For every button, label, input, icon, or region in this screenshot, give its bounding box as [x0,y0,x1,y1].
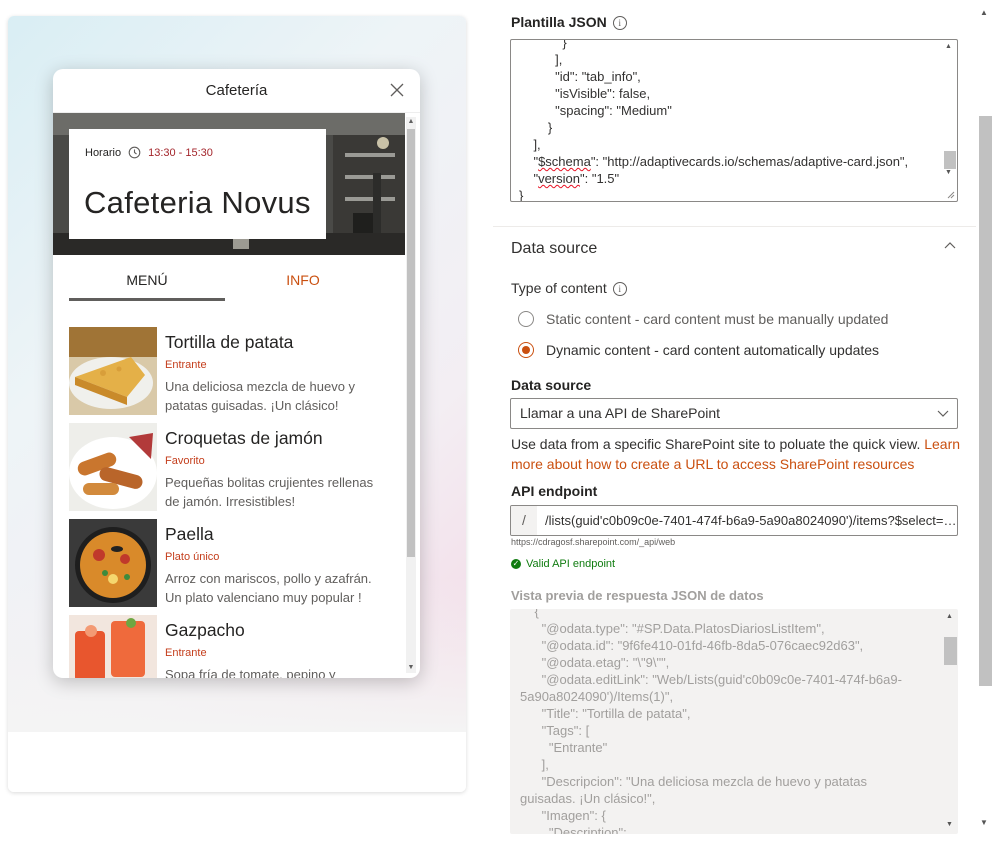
dish-description: Una deliciosa mezcla de huevo y patatas … [165,379,356,413]
code-line: "Title": "Tortilla de patata", [520,706,691,721]
json-template-editor[interactable]: } ], "id": "tab_info", "isVisible": fals… [510,39,958,202]
code-line: "$schema": "http://adaptivecards.io/sche… [519,154,909,169]
radio-dynamic-content[interactable]: Dynamic content - card content automatic… [518,342,879,358]
chevron-up-icon[interactable] [944,240,956,252]
quick-view-card: Cafetería Horario 13:30 - 15:30 Cafeteri… [53,69,420,678]
code-line: "id": "tab_info", [519,69,641,84]
scroll-up-icon[interactable]: ▲ [945,43,952,50]
code-line: "@odata.type": "#SP.Data.PlatosDiariosLi… [520,621,825,636]
data-source-select[interactable]: Llamar a una API de SharePoint [510,398,958,429]
dish-tag: Entrante [165,647,207,659]
response-code: { "@odata.type": "#SP.Data.PlatosDiarios… [520,609,902,834]
code-line: ], [519,137,541,152]
section-title[interactable]: Data source [511,240,597,258]
dish-tag: Entrante [165,359,207,371]
scroll-up-icon[interactable]: ▲ [407,118,415,126]
data-source-label: Data source [511,377,592,393]
code-line: { [520,609,539,619]
hours-label: Horario [85,146,122,159]
code-line: "spacing": "Medium" [519,103,672,118]
tab-bar: MENÚ INFO [69,265,389,307]
template-code[interactable]: } ], "id": "tab_info", "isVisible": fals… [519,39,909,202]
json-preview-label: Vista previa de respuesta JSON de datos [511,588,764,603]
close-icon[interactable] [388,81,406,99]
code-line: "Imagen": { [520,808,606,823]
code-line: } [519,39,567,50]
api-endpoint-label: API endpoint [511,483,598,499]
hero-info-box: Horario 13:30 - 15:30 Cafeteria Novus [69,129,326,239]
menu-item[interactable]: Tortilla de patata Entrante Una delicios… [69,327,389,423]
menu-item[interactable]: Gazpacho Entrante Sopa fría de tomate, p… [69,615,389,678]
menu-list: Tortilla de patata Entrante Una delicios… [69,327,389,678]
code-line: "@odata.etag": "\"9\"", [520,655,670,670]
menu-item[interactable]: Croquetas de jamón Favorito Pequeñas bol… [69,423,389,519]
dish-name: Paella [165,524,214,544]
scroll-up-icon[interactable]: ▲ [946,613,953,620]
chevron-down-icon [937,410,949,417]
code-line: "@odata.editLink": "Web/Lists(guid'c0b09… [520,672,902,687]
api-endpoint-input[interactable]: / /lists(guid'c0b09c0e-7401-474f-b6a9-5a… [510,505,958,536]
scroll-up-icon[interactable]: ▲ [980,8,988,17]
data-source-help: Use data from a specific SharePoint site… [511,436,961,472]
code-line: "isVisible": false, [519,86,651,101]
checkmark-icon: ✓ [511,559,521,569]
dish-image-gazpacho [69,615,157,678]
card-scrollbar[interactable]: ▲ ▼ [406,117,416,673]
code-line: "Tags": [ [520,723,590,738]
code-line: "version": "1.5" [519,171,620,186]
clock-icon [128,146,141,159]
scroll-down-icon[interactable]: ▼ [407,664,415,672]
dish-tag: Plato único [165,551,220,563]
endpoint-value[interactable]: /lists(guid'c0b09c0e-7401-474f-b6a9-5a90… [537,506,957,535]
dish-description: Pequeñas bolitas crujientes rellenas de … [165,475,374,509]
info-icon[interactable]: i [612,282,627,297]
scroll-down-icon[interactable]: ▼ [945,169,952,176]
code-line: "Description": [520,825,627,834]
code-line: 5a90a8024090')/Items(1)", [520,689,674,704]
preview-scrollbar[interactable]: ▲ ▼ [943,609,957,834]
dish-name: Gazpacho [165,620,245,640]
dish-image-paella [69,519,157,607]
tab-menu[interactable]: MENÚ [69,265,225,307]
tab-info[interactable]: INFO [225,265,381,307]
hero-banner: Horario 13:30 - 15:30 Cafeteria Novus [53,113,405,255]
hours-value: 13:30 - 15:30 [148,146,213,159]
endpoint-status: ✓ Valid API endpoint [511,558,616,570]
endpoint-prefix: / [511,506,537,535]
dish-description: Sopa fría de tomate, pepino y [165,667,336,678]
dish-name: Tortilla de patata [165,332,294,352]
info-icon[interactable]: i [612,16,627,31]
code-line: "Entrante" [520,740,608,755]
endpoint-base-url: https://cdragosf.sharepoint.com/_api/web [511,537,676,547]
dish-image-croquetas [69,423,157,511]
radio-button[interactable] [518,342,534,358]
dish-image-tortilla [69,327,157,415]
template-scrollbar[interactable]: ▲ ▼ [942,41,956,187]
code-line: ], [520,757,549,772]
scroll-down-icon[interactable]: ▼ [980,818,988,827]
json-response-preview[interactable]: { "@odata.type": "#SP.Data.PlatosDiarios… [510,609,958,834]
dish-description: Arroz con mariscos, pollo y azafrán. Un … [165,571,372,605]
card-header: Cafetería [53,69,420,113]
scroll-down-icon[interactable]: ▼ [946,821,953,828]
content-type-label: Type of content i [511,280,627,297]
card-title: Cafetería [205,82,268,99]
radio-static-content[interactable]: Static content - card content must be ma… [518,311,888,327]
code-line: } [519,120,553,135]
code-line: "Descripcion": "Una deliciosa mezcla de … [520,774,867,789]
opening-hours: Horario 13:30 - 15:30 [85,146,213,159]
code-line: "@odata.id": "9f6fe410-01fd-46fb-8da5-07… [520,638,864,653]
section-divider [493,226,976,227]
dish-tag: Favorito [165,455,205,467]
code-line: guisadas. ¡Un clásico!", [520,791,656,806]
menu-item[interactable]: Paella Plato único Arroz con mariscos, p… [69,519,389,615]
template-label: Plantilla JSON i [511,14,627,31]
panel-scrollbar[interactable]: ▲ ▼ [977,8,994,832]
resize-grip-icon[interactable] [947,191,955,199]
code-line: } [519,188,524,202]
code-line: ], [519,52,563,67]
cafeteria-name: Cafeteria Novus [84,185,311,220]
dish-name: Croquetas de jamón [165,428,323,448]
radio-button[interactable] [518,311,534,327]
